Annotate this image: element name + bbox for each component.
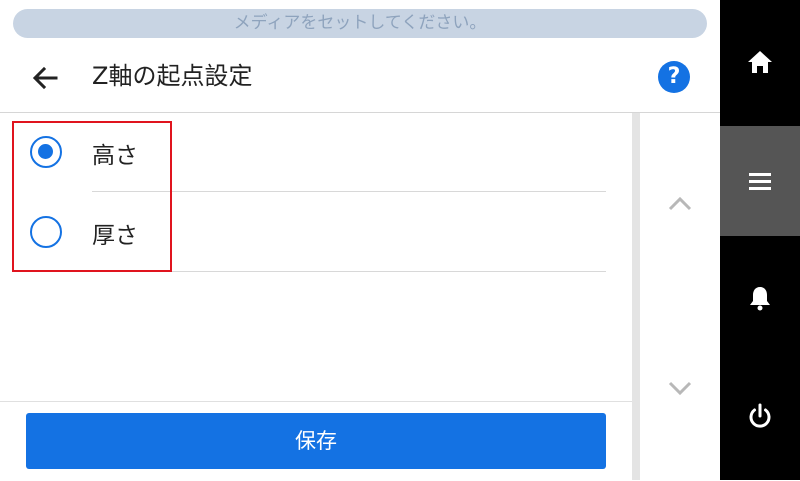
option-list: 高さ 厚さ bbox=[0, 113, 632, 401]
divider bbox=[92, 271, 606, 272]
scroll-track[interactable] bbox=[632, 113, 640, 480]
option-height[interactable]: 高さ bbox=[0, 113, 632, 191]
sidebar-menu-button[interactable] bbox=[720, 126, 800, 236]
main-panel: メディアをセットしてください。 Z軸の起点設定 ? 高さ 厚さ 保存 bbox=[0, 0, 720, 481]
radio-thickness[interactable] bbox=[30, 216, 62, 248]
sidebar-notification-button[interactable] bbox=[720, 238, 800, 360]
sidebar bbox=[720, 0, 800, 480]
chevron-up-icon[interactable] bbox=[666, 194, 694, 214]
scroll-column bbox=[640, 113, 720, 480]
home-icon bbox=[748, 51, 772, 73]
bell-icon bbox=[750, 287, 770, 311]
back-arrow-icon bbox=[32, 66, 58, 90]
option-height-label: 高さ bbox=[92, 143, 138, 169]
option-thickness[interactable]: 厚さ bbox=[0, 193, 632, 271]
menu-icon bbox=[749, 173, 771, 190]
help-button[interactable]: ? bbox=[658, 61, 690, 93]
option-thickness-label: 厚さ bbox=[92, 223, 138, 249]
sidebar-power-button[interactable] bbox=[720, 360, 800, 480]
divider bbox=[92, 191, 606, 192]
status-message: メディアをセットしてください。 bbox=[13, 9, 707, 38]
back-button[interactable] bbox=[28, 61, 62, 95]
radio-height[interactable] bbox=[30, 136, 62, 168]
save-button[interactable]: 保存 bbox=[26, 413, 606, 469]
power-icon bbox=[749, 403, 771, 428]
footer: 保存 bbox=[0, 401, 632, 481]
page-title: Z軸の起点設定 bbox=[92, 62, 253, 90]
chevron-down-icon[interactable] bbox=[666, 378, 694, 398]
header: Z軸の起点設定 ? bbox=[0, 42, 720, 113]
sidebar-home-button[interactable] bbox=[720, 0, 800, 124]
